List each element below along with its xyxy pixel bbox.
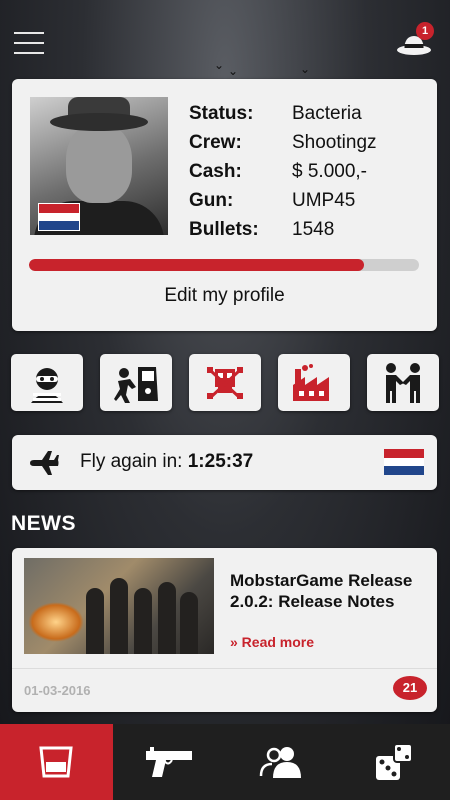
- airplane-icon: [30, 451, 59, 475]
- avatar[interactable]: [30, 97, 168, 235]
- divider: [12, 668, 437, 669]
- people-icon: [260, 747, 302, 778]
- car-theft-icon: [114, 366, 158, 403]
- news-headline[interactable]: MobstarGame Release 2.0.2: Release Notes: [230, 570, 430, 612]
- dice-icon: [375, 743, 413, 780]
- netherlands-flag-icon: [38, 203, 80, 231]
- nav-tab-crew[interactable]: [225, 724, 338, 800]
- stat-row-cash: Cash: $ 5.000,-: [189, 161, 367, 182]
- profile-card: Status: Bacteria Crew: Shootingz Cash: $ 5.…: [12, 79, 437, 331]
- edit-profile-button[interactable]: Edit my profile: [12, 285, 437, 307]
- news-thumbnail[interactable]: [24, 558, 214, 654]
- nav-tab-bar[interactable]: [0, 724, 113, 800]
- hamburger-icon[interactable]: [14, 32, 44, 54]
- factory-icon: [293, 363, 329, 401]
- rank-progress-fill: [29, 259, 365, 271]
- action-shortcuts: [11, 354, 439, 411]
- skull-crossbones-icon: [207, 366, 243, 399]
- comment-count-badge[interactable]: 21: [393, 676, 427, 700]
- car-theft-button[interactable]: [100, 354, 172, 411]
- nav-tab-casino[interactable]: [338, 724, 450, 800]
- business-button[interactable]: [278, 354, 350, 411]
- stat-row-gun: Gun: UMP45: [189, 190, 356, 211]
- stat-row-bullets: Bullets: 1548: [189, 219, 335, 240]
- crimes-button[interactable]: [11, 354, 83, 411]
- deals-button[interactable]: [367, 354, 439, 411]
- rank-progress-bar: [29, 259, 419, 271]
- profile-stats: Status: Bacteria Crew: Shootingz Cash: $ 5.…: [189, 99, 377, 244]
- handshake-icon: [386, 362, 420, 403]
- fly-countdown-time: 1:25:37: [187, 451, 254, 472]
- pistol-icon: [145, 747, 192, 777]
- fly-countdown: Fly again in: 1:25:37: [80, 451, 254, 472]
- news-heading: NEWS: [11, 512, 76, 535]
- whiskey-glass-icon: [39, 746, 73, 778]
- top-bar: 1: [0, 0, 450, 80]
- nav-tab-weapons[interactable]: [113, 724, 226, 800]
- news-item[interactable]: MobstarGame Release 2.0.2: Release Notes…: [12, 548, 437, 712]
- stat-row-crew: Crew: Shootingz: [189, 132, 377, 153]
- notification-badge: 1: [416, 22, 434, 40]
- kill-button[interactable]: [189, 354, 261, 411]
- bottom-navigation: [0, 724, 450, 800]
- robber-icon: [31, 367, 63, 403]
- fedora-hat-icon[interactable]: 1: [396, 22, 434, 56]
- read-more-link[interactable]: » Read more: [230, 634, 314, 650]
- netherlands-flag-icon: [384, 449, 424, 475]
- stat-row-status: Status: Bacteria: [189, 103, 362, 124]
- travel-card[interactable]: Fly again in: 1:25:37: [12, 435, 437, 490]
- news-date: 01-03-2016: [24, 683, 91, 698]
